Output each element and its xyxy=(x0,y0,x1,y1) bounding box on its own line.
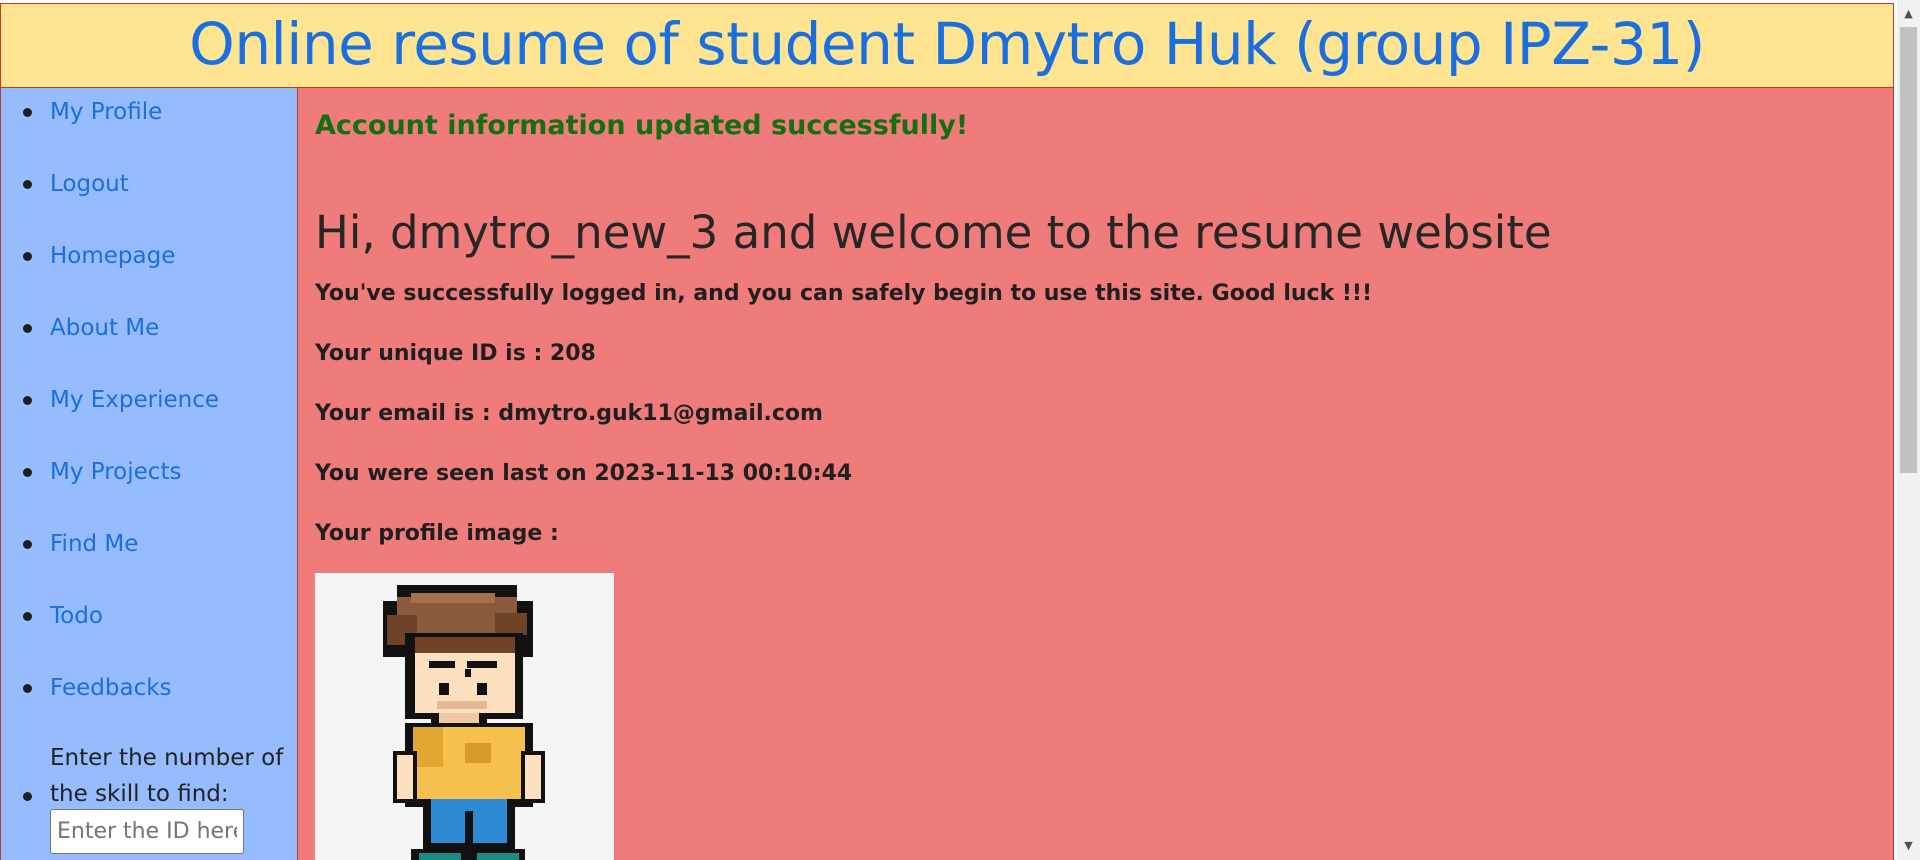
page: Online resume of student Dmytro Huk (gro… xyxy=(0,0,1897,860)
nav-link-my-profile[interactable]: My Profile xyxy=(50,97,162,127)
pixel-boy-avatar-icon xyxy=(383,585,545,860)
list-bullet xyxy=(23,540,32,549)
page-title: Online resume of student Dmytro Huk (gro… xyxy=(189,10,1705,78)
scroll-down-arrow-icon[interactable]: ▼ xyxy=(1897,836,1920,856)
vertical-scrollbar[interactable]: ▲ ▼ xyxy=(1897,0,1920,860)
list-bullet xyxy=(23,396,32,405)
nav-link-homepage[interactable]: Homepage xyxy=(50,241,175,271)
profile-image xyxy=(315,573,614,860)
sidebar: My Profile Logout Homepage About Me My E… xyxy=(0,88,298,860)
scrollbar-thumb[interactable] xyxy=(1900,27,1917,473)
user-id-text: Your unique ID is : 208 xyxy=(315,341,596,366)
nav-link-find-me[interactable]: Find Me xyxy=(50,529,138,559)
profile-image-label: Your profile image : xyxy=(315,521,559,546)
list-bullet xyxy=(23,180,32,189)
skill-search-label: Enter the number of the skill to find: xyxy=(50,745,284,807)
list-bullet xyxy=(23,468,32,477)
list-bullet xyxy=(23,324,32,333)
nav-link-my-experience[interactable]: My Experience xyxy=(50,385,219,415)
nav-link-my-projects[interactable]: My Projects xyxy=(50,457,181,487)
nav-link-logout[interactable]: Logout xyxy=(50,169,129,199)
skill-id-input[interactable] xyxy=(50,809,244,854)
user-email-text: Your email is : dmytro.guk11@gmail.com xyxy=(315,401,823,426)
success-message: Account information updated successfully… xyxy=(315,110,969,141)
list-bullet xyxy=(23,612,32,621)
last-seen-text: You were seen last on 2023-11-13 00:10:4… xyxy=(315,461,853,486)
list-bullet xyxy=(23,108,32,117)
list-bullet xyxy=(23,252,32,261)
nav-link-feedbacks[interactable]: Feedbacks xyxy=(50,673,172,703)
list-bullet xyxy=(23,684,32,693)
login-info-text: You've successfully logged in, and you c… xyxy=(315,281,1372,306)
main-content: Account information updated successfully… xyxy=(298,88,1894,860)
scroll-up-arrow-icon[interactable]: ▲ xyxy=(1897,4,1920,24)
site-header: Online resume of student Dmytro Huk (gro… xyxy=(0,3,1894,88)
welcome-heading: Hi, dmytro_new_3 and welcome to the resu… xyxy=(315,206,1552,259)
nav-link-about-me[interactable]: About Me xyxy=(50,313,159,343)
list-bullet xyxy=(23,792,32,801)
nav-link-todo[interactable]: Todo xyxy=(50,601,103,631)
